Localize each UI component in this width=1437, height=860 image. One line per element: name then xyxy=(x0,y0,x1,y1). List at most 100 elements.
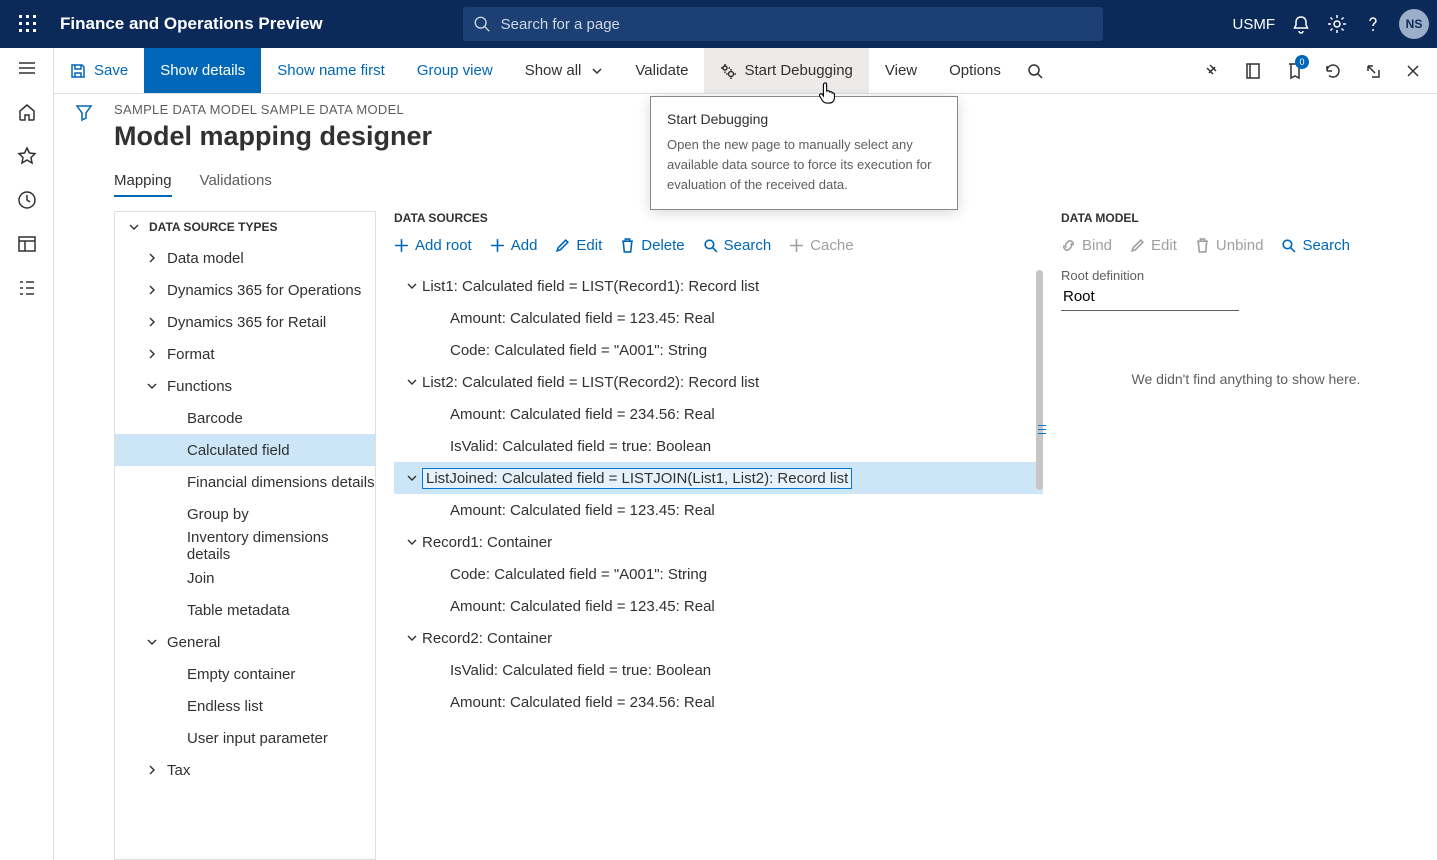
expand-icon[interactable] xyxy=(143,317,161,327)
global-search[interactable]: Search for a page xyxy=(463,7,1103,41)
expand-icon[interactable] xyxy=(143,637,161,647)
tab-mapping[interactable]: Mapping xyxy=(114,172,172,197)
search-button[interactable]: Search xyxy=(1281,237,1350,254)
group-view-button[interactable]: Group view xyxy=(401,48,509,93)
options-button[interactable]: Options xyxy=(933,48,1017,93)
expand-icon[interactable] xyxy=(143,285,161,295)
empty-state: We didn't find anything to show here. xyxy=(1061,371,1431,387)
delete-button[interactable]: Delete xyxy=(620,237,684,254)
type-item[interactable]: User input parameter xyxy=(115,722,375,754)
expand-icon[interactable] xyxy=(402,377,422,387)
type-label: Join xyxy=(187,570,215,587)
top-bar: Finance and Operations Preview Search fo… xyxy=(0,0,1437,48)
root-definition-input[interactable] xyxy=(1061,283,1239,311)
ds-toolbar: Add root Add Edit Delete Search Cache xyxy=(394,237,1043,254)
company-label[interactable]: USMF xyxy=(1233,16,1276,33)
ds-row[interactable]: Code: Calculated field = "A001": String xyxy=(394,558,1043,590)
expand-icon[interactable] xyxy=(402,537,422,547)
expand-icon[interactable] xyxy=(143,253,161,263)
type-item[interactable]: Dynamics 365 for Operations xyxy=(115,274,375,306)
type-item[interactable]: Functions xyxy=(115,370,375,402)
ds-row[interactable]: List1: Calculated field = LIST(Record1):… xyxy=(394,270,1043,302)
notes-icon[interactable]: 0 xyxy=(1275,53,1311,89)
ds-row[interactable]: Amount: Calculated field = 234.56: Real xyxy=(394,398,1043,430)
show-name-first-label: Show name first xyxy=(277,62,385,79)
expand-icon[interactable] xyxy=(402,633,422,643)
save-button[interactable]: Save xyxy=(54,48,144,93)
recent-icon[interactable] xyxy=(17,190,37,210)
close-icon[interactable] xyxy=(1395,53,1431,89)
command-bar: Save Show details Show name first Group … xyxy=(54,48,1437,94)
help-icon[interactable] xyxy=(1363,14,1383,34)
office-icon[interactable] xyxy=(1235,53,1271,89)
popout-icon[interactable] xyxy=(1355,53,1391,89)
expand-icon[interactable] xyxy=(143,349,161,359)
workspace-icon[interactable] xyxy=(17,234,37,254)
data-sources-panel: DATA SOURCES Add root Add Edit Delete Se… xyxy=(394,211,1043,860)
bell-icon[interactable] xyxy=(1291,14,1311,34)
show-details-button[interactable]: Show details xyxy=(144,48,261,93)
type-item[interactable]: Empty container xyxy=(115,658,375,690)
ds-tree: List1: Calculated field = LIST(Record1):… xyxy=(394,270,1043,860)
gear-icon[interactable] xyxy=(1327,14,1347,34)
ds-row[interactable]: List2: Calculated field = LIST(Record2):… xyxy=(394,366,1043,398)
type-item[interactable]: General xyxy=(115,626,375,658)
ds-row[interactable]: Record2: Container xyxy=(394,622,1043,654)
menu-icon[interactable] xyxy=(17,58,37,78)
ds-row[interactable]: Amount: Calculated field = 234.56: Real xyxy=(394,686,1043,718)
type-item[interactable]: Data model xyxy=(115,242,375,274)
scrollbar-thumb[interactable] xyxy=(1036,270,1043,490)
type-item[interactable]: Endless list xyxy=(115,690,375,722)
ds-label: Amount: Calculated field = 234.56: Real xyxy=(450,694,715,711)
tab-validations[interactable]: Validations xyxy=(200,172,272,197)
type-item[interactable]: Financial dimensions details xyxy=(115,466,375,498)
type-item[interactable]: Dynamics 365 for Retail xyxy=(115,306,375,338)
validate-button[interactable]: Validate xyxy=(619,48,704,93)
view-button[interactable]: View xyxy=(869,48,933,93)
ds-row[interactable]: Code: Calculated field = "A001": String xyxy=(394,334,1043,366)
app-launcher-icon[interactable] xyxy=(8,4,48,44)
bind-button: Bind xyxy=(1061,237,1112,254)
start-debugging-button[interactable]: Start Debugging xyxy=(704,48,868,93)
type-item[interactable]: Group by xyxy=(115,498,375,530)
type-item[interactable]: Table metadata xyxy=(115,594,375,626)
ds-row[interactable]: Record1: Container xyxy=(394,526,1043,558)
type-item[interactable]: Join xyxy=(115,562,375,594)
add-root-button[interactable]: Add root xyxy=(394,237,472,254)
cache-button: Cache xyxy=(789,237,853,254)
type-item[interactable]: Calculated field xyxy=(115,434,375,466)
type-item[interactable]: Barcode xyxy=(115,402,375,434)
expand-icon[interactable] xyxy=(402,473,422,483)
add-button[interactable]: Add xyxy=(490,237,538,254)
star-icon[interactable] xyxy=(17,146,37,166)
show-all-button[interactable]: Show all xyxy=(509,48,620,93)
ds-row[interactable]: IsValid: Calculated field = true: Boolea… xyxy=(394,654,1043,686)
avatar[interactable]: NS xyxy=(1399,9,1429,39)
tooltip-title: Start Debugging xyxy=(667,111,941,127)
ds-row[interactable]: Amount: Calculated field = 123.45: Real xyxy=(394,494,1043,526)
expand-icon[interactable] xyxy=(143,765,161,775)
show-name-first-button[interactable]: Show name first xyxy=(261,48,401,93)
home-icon[interactable] xyxy=(17,102,37,122)
expand-icon[interactable] xyxy=(143,381,161,391)
refresh-icon[interactable] xyxy=(1315,53,1351,89)
ds-row[interactable]: IsValid: Calculated field = true: Boolea… xyxy=(394,430,1043,462)
expand-icon[interactable] xyxy=(402,281,422,291)
type-label: Calculated field xyxy=(187,442,290,459)
search-button[interactable]: Search xyxy=(703,237,772,254)
search-command[interactable] xyxy=(1017,48,1053,93)
types-header-row[interactable]: DATA SOURCE TYPES xyxy=(115,212,375,242)
type-item[interactable]: Format xyxy=(115,338,375,370)
edit-button[interactable]: Edit xyxy=(555,237,602,254)
ds-row[interactable]: ListJoined: Calculated field = LISTJOIN(… xyxy=(394,462,1043,494)
modules-icon[interactable] xyxy=(17,278,37,298)
ds-label: Amount: Calculated field = 234.56: Real xyxy=(450,406,715,423)
ds-row[interactable]: Amount: Calculated field = 123.45: Real xyxy=(394,302,1043,334)
type-item[interactable]: Tax xyxy=(115,754,375,786)
attach-icon[interactable] xyxy=(1195,53,1231,89)
column-resize-handle[interactable] xyxy=(1038,411,1046,447)
ds-row[interactable]: Amount: Calculated field = 123.45: Real xyxy=(394,590,1043,622)
filter-icon[interactable] xyxy=(74,102,94,122)
trash-icon xyxy=(1195,238,1210,253)
type-item[interactable]: Inventory dimensions details xyxy=(115,530,375,562)
